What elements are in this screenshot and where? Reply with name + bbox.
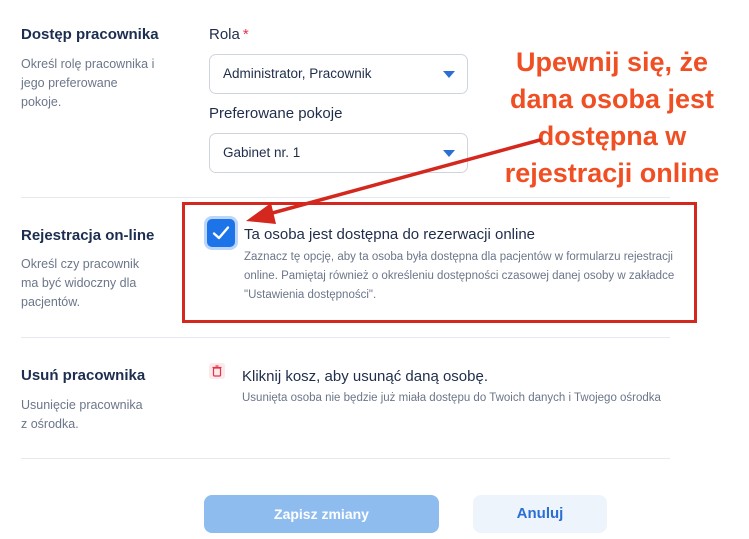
- remove-action-description: Usunięta osoba nie będzie już miała dost…: [242, 392, 661, 404]
- check-icon: [212, 226, 230, 240]
- remove-section-title: Usuń pracownika: [21, 367, 146, 384]
- online-section-title: Rejestracja on-line: [21, 227, 155, 244]
- role-label: Rola *: [209, 26, 249, 43]
- role-select[interactable]: Administrator, Pracownik: [209, 54, 468, 94]
- trash-glyph: [212, 365, 222, 377]
- remove-section-description: Usunięcie pracownika z ośrodka.: [21, 398, 143, 431]
- annotation-callout: Upewnij się, że dana osoba jest dostępna…: [504, 47, 720, 188]
- section-divider: [21, 197, 670, 198]
- online-section-description: Określ czy pracownik ma być widoczny dla…: [21, 257, 140, 309]
- online-booking-checkbox[interactable]: [207, 219, 235, 247]
- cancel-button[interactable]: Anuluj: [473, 495, 607, 533]
- access-section-description: Określ rolę pracownika i jego preferowan…: [21, 57, 155, 109]
- remove-action-title: Kliknij kosz, aby usunąć daną osobę.: [242, 368, 488, 385]
- online-booking-option-description: Zaznacz tę opcję, aby ta osoba była dost…: [244, 251, 675, 301]
- required-mark: *: [242, 26, 249, 43]
- online-booking-option-title: Ta osoba jest dostępna do rezerwacji onl…: [244, 226, 536, 243]
- rooms-label: Preferowane pokoje: [209, 105, 343, 122]
- role-label-text: Rola: [209, 26, 240, 43]
- section-divider: [21, 458, 670, 459]
- section-divider: [21, 337, 670, 338]
- role-select-value: Administrator, Pracownik: [223, 66, 372, 81]
- access-section-title: Dostęp pracownika: [21, 26, 159, 43]
- save-button[interactable]: Zapisz zmiany: [204, 495, 439, 533]
- rooms-select-value: Gabinet nr. 1: [223, 145, 301, 160]
- rooms-select[interactable]: Gabinet nr. 1: [209, 133, 468, 173]
- trash-icon[interactable]: [209, 363, 225, 379]
- chevron-down-icon: [443, 71, 455, 78]
- chevron-down-icon: [443, 150, 455, 157]
